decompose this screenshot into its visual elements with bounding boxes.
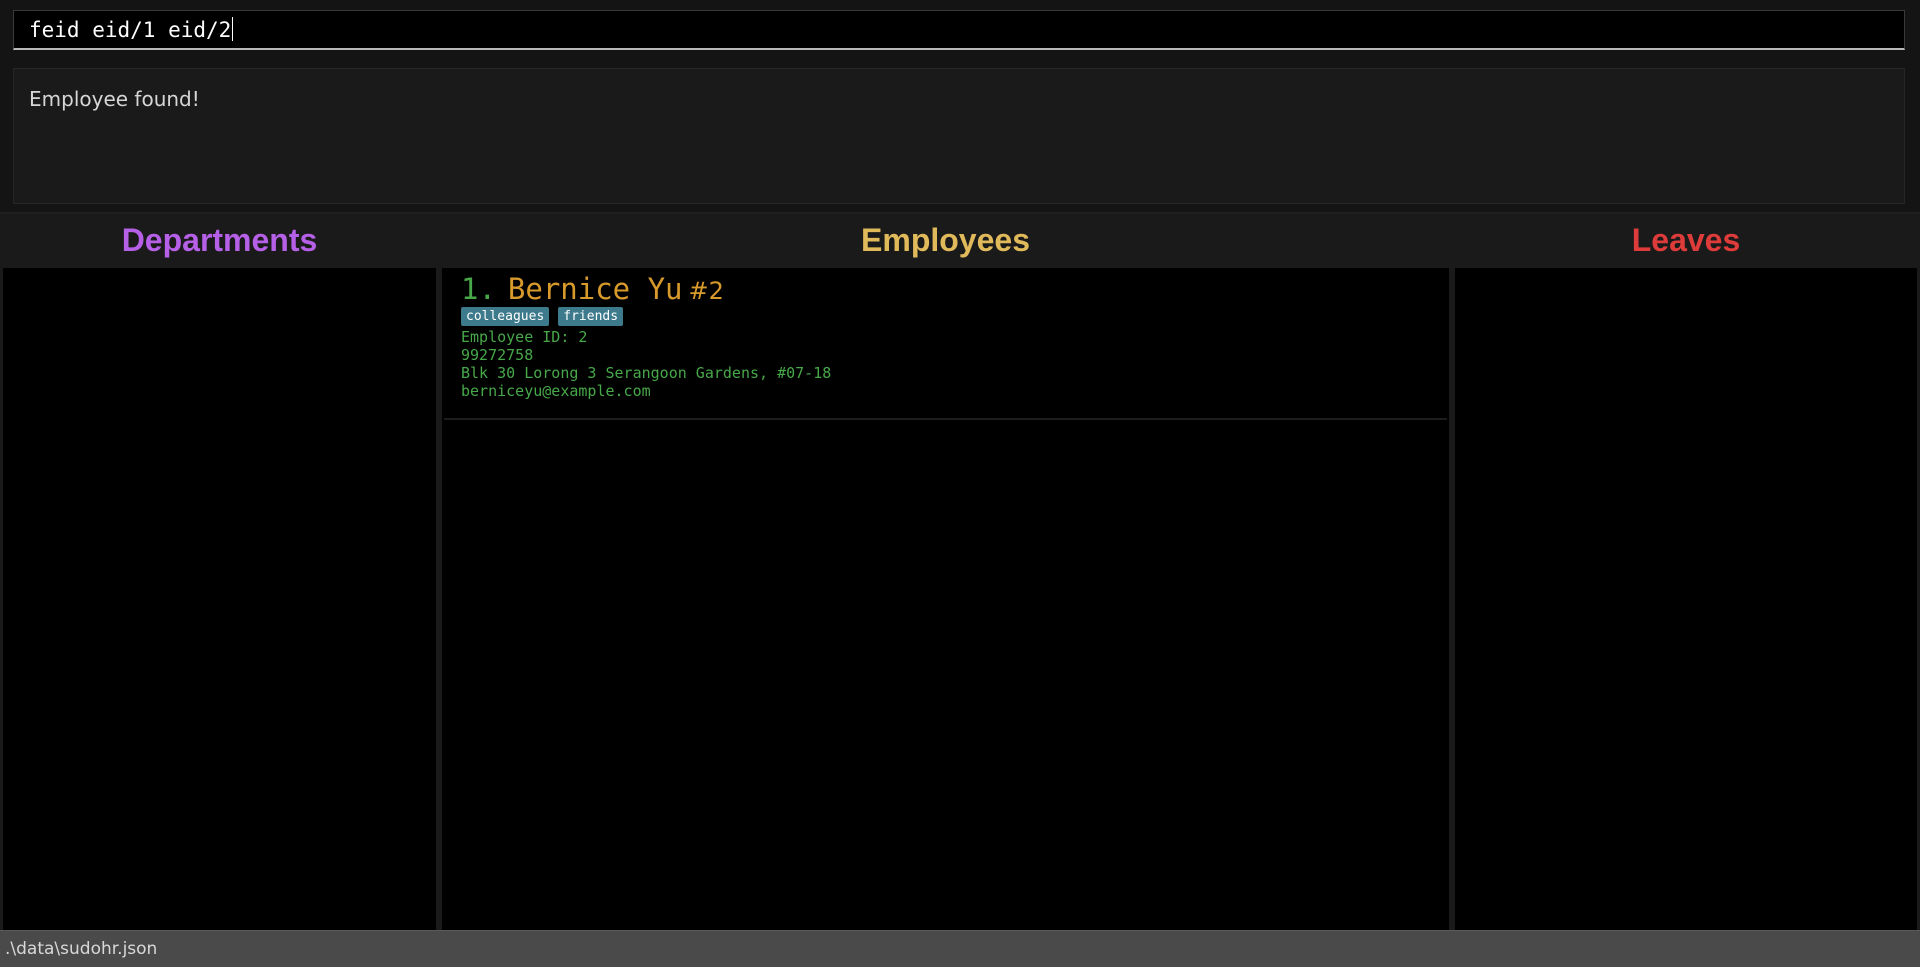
leaves-header: Leaves	[1452, 214, 1920, 266]
result-area: Employee found!	[0, 58, 1920, 212]
command-area: feid eid/1 eid/2	[0, 0, 1920, 58]
result-text: Employee found!	[29, 87, 200, 111]
leaves-list[interactable]	[1455, 268, 1917, 930]
employee-title: 1. Bernice Yu #2	[461, 272, 724, 306]
employee-card[interactable]: 1. Bernice Yu #2 colleagues friends Employ…	[444, 268, 1447, 420]
employee-tags: colleagues friends	[461, 307, 624, 326]
employee-id: Employee ID: 2	[461, 328, 588, 346]
tag-chip: friends	[558, 307, 624, 326]
result-display[interactable]: Employee found!	[13, 68, 1905, 204]
app-window: feid eid/1 eid/2 Employee found! Departm…	[0, 0, 1920, 967]
data-file-path: .\data\sudohr.json	[5, 939, 158, 959]
employees-header: Employees	[439, 214, 1452, 266]
departments-panel: Departments	[0, 214, 439, 930]
text-caret	[232, 17, 234, 41]
command-input[interactable]: feid eid/1 eid/2	[13, 10, 1905, 50]
employees-list[interactable]: 1. Bernice Yu #2 colleagues friends Employ…	[442, 268, 1449, 930]
employee-address: Blk 30 Lorong 3 Serangoon Gardens, #07-1…	[461, 364, 832, 382]
employee-phone: 99272758	[461, 346, 534, 364]
employees-panel: Employees 1. Bernice Yu #2 colleagues frie…	[439, 214, 1452, 930]
employee-index: 1.	[461, 272, 496, 306]
employee-email: berniceyu@example.com	[461, 382, 651, 400]
departments-list[interactable]	[3, 268, 436, 930]
tag-chip: colleagues	[461, 307, 550, 326]
leaves-panel: Leaves	[1452, 214, 1920, 930]
employee-name: Bernice Yu	[507, 272, 683, 306]
departments-header: Departments	[0, 214, 439, 266]
status-bar: .\data\sudohr.json	[0, 930, 1920, 967]
employee-hash: #2	[688, 277, 724, 305]
command-text: feid eid/1 eid/2	[29, 18, 232, 42]
